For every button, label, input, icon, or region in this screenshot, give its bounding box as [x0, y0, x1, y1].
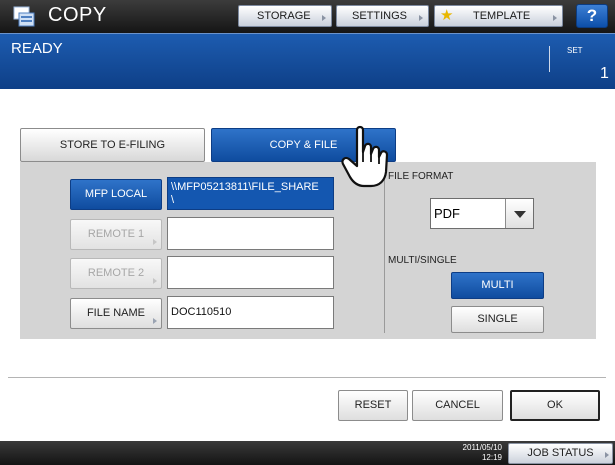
status-bar: READY SET 1	[0, 33, 615, 89]
single-button[interactable]: SINGLE	[451, 306, 544, 333]
storage-label: STORAGE	[257, 10, 311, 22]
chevron-right-icon	[153, 239, 157, 245]
cancel-button[interactable]: CANCEL	[412, 390, 503, 421]
app-title: COPY	[48, 4, 107, 26]
reset-button[interactable]: RESET	[338, 390, 408, 421]
date-time: 2011/05/10 12:19	[452, 443, 502, 463]
remote2-path-field[interactable]	[167, 256, 334, 289]
set-count: 1	[600, 65, 609, 82]
template-label: TEMPLATE	[473, 10, 531, 22]
set-label: SET	[567, 46, 583, 55]
copy-app-icon	[13, 6, 35, 27]
storage-button[interactable]: STORAGE	[238, 5, 332, 27]
file-format-select[interactable]: PDF	[430, 198, 534, 229]
dropdown-arrow-icon[interactable]	[505, 199, 533, 228]
file-name-field[interactable]: DOC110510	[167, 296, 334, 329]
divider-line	[8, 377, 606, 378]
chevron-right-icon	[553, 15, 557, 21]
status-message: READY	[11, 40, 63, 57]
remote2-label: REMOTE 2	[87, 267, 145, 279]
file-format-value: PDF	[434, 206, 460, 221]
settings-button[interactable]: SETTINGS	[336, 5, 429, 27]
multi-button[interactable]: MULTI	[451, 272, 544, 299]
star-icon: ★	[440, 7, 454, 24]
chevron-right-icon	[322, 15, 326, 21]
chevron-right-icon	[419, 15, 423, 21]
file-name-button[interactable]: FILE NAME	[70, 298, 162, 329]
settings-label: SETTINGS	[352, 10, 408, 22]
hand-pointer-icon	[341, 125, 389, 188]
mfp-local-path-field[interactable]: \\MFP05213811\FILE_SHARE \	[167, 177, 334, 210]
job-status-label: JOB STATUS	[527, 447, 594, 459]
template-button[interactable]: ★ TEMPLATE	[434, 5, 563, 27]
set-divider	[549, 46, 550, 72]
title-bar: COPY STORAGE SETTINGS ★ TEMPLATE ?	[0, 0, 615, 33]
file-name-label: FILE NAME	[86, 307, 146, 319]
time-text: 12:19	[481, 453, 502, 462]
chevron-right-icon	[605, 452, 609, 458]
help-button[interactable]: ?	[576, 4, 608, 28]
chevron-right-icon	[153, 278, 157, 284]
file-format-label: FILE FORMAT	[388, 171, 454, 182]
job-status-button[interactable]: JOB STATUS	[508, 443, 613, 464]
date-text: 2011/05/10	[462, 443, 502, 452]
remote2-button[interactable]: REMOTE 2	[70, 258, 162, 289]
remote1-path-field[interactable]	[167, 217, 334, 250]
chevron-right-icon	[153, 318, 157, 324]
mfp-local-button[interactable]: MFP LOCAL	[70, 179, 162, 210]
ok-button[interactable]: OK	[510, 390, 600, 421]
remote1-label: REMOTE 1	[87, 228, 145, 240]
multi-single-label: MULTI/SINGLE	[388, 255, 457, 266]
panel-divider	[384, 170, 385, 333]
mfp-local-label: MFP LOCAL	[84, 188, 148, 200]
remote1-button[interactable]: REMOTE 1	[70, 219, 162, 250]
tab-store-to-efiling[interactable]: STORE TO E-FILING	[20, 128, 205, 162]
